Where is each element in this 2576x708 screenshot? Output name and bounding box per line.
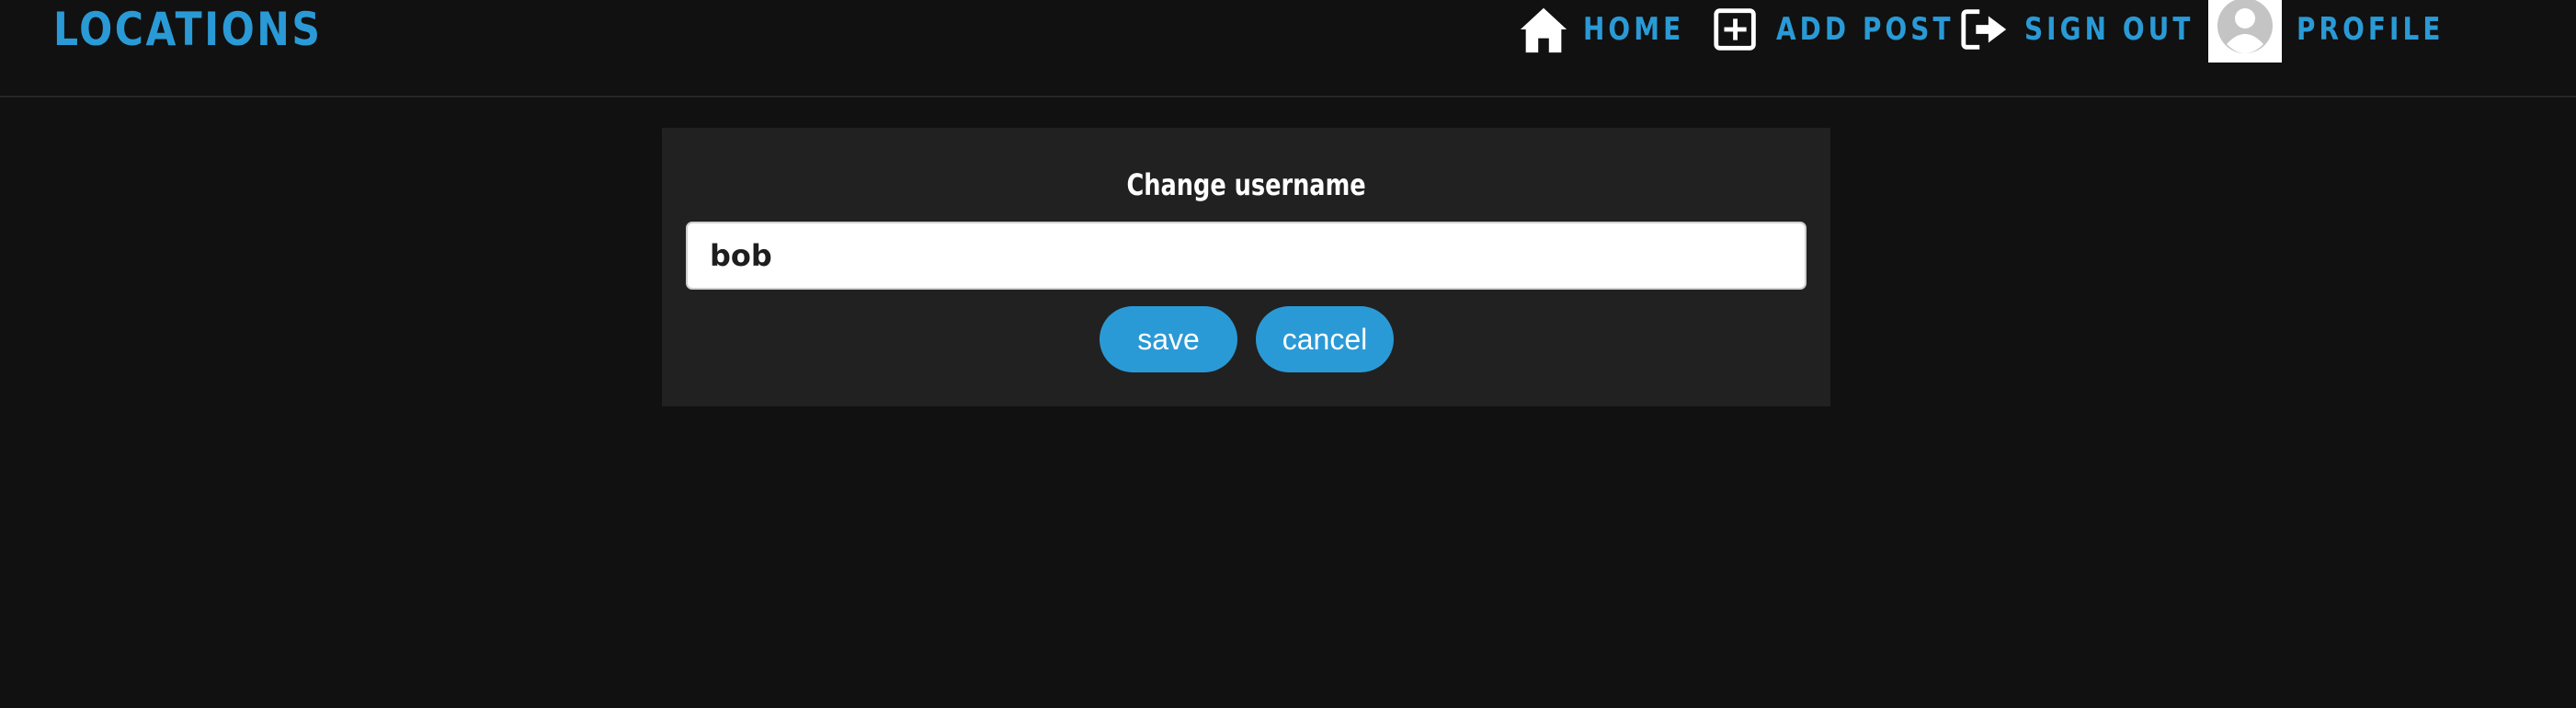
main-nav: HOME ADD POST SIGN OUT PROFILE (0, 0, 2576, 66)
avatar-icon (2217, 0, 2273, 53)
nav-add-post-label: ADD POST (1776, 11, 1955, 48)
change-username-card: Change username save cancel (662, 128, 1830, 406)
cancel-button[interactable]: cancel (1256, 306, 1394, 372)
home-icon (1517, 3, 1570, 56)
plus-square-icon (1710, 3, 1763, 56)
username-input[interactable] (686, 222, 1807, 290)
top-header: LOCATIONS HOME ADD POST SIGN OUT PROFILE (0, 0, 2576, 97)
nav-add-post-link[interactable]: ADD POST (1710, 0, 1993, 59)
nav-sign-out-link[interactable]: SIGN OUT (1958, 0, 2231, 59)
form-title: Change username (662, 163, 1830, 207)
save-button[interactable]: save (1100, 306, 1237, 372)
nav-profile-link[interactable]: PROFILE (2208, 0, 2477, 63)
nav-profile-label: PROFILE (2297, 11, 2445, 48)
nav-sign-out-label: SIGN OUT (2024, 11, 2194, 48)
nav-home-label: HOME (1583, 11, 1685, 48)
form-title-text: Change username (1126, 167, 1366, 202)
avatar (2208, 0, 2282, 63)
sign-out-icon (1958, 3, 2012, 56)
nav-home-link[interactable]: HOME (1517, 0, 1706, 59)
